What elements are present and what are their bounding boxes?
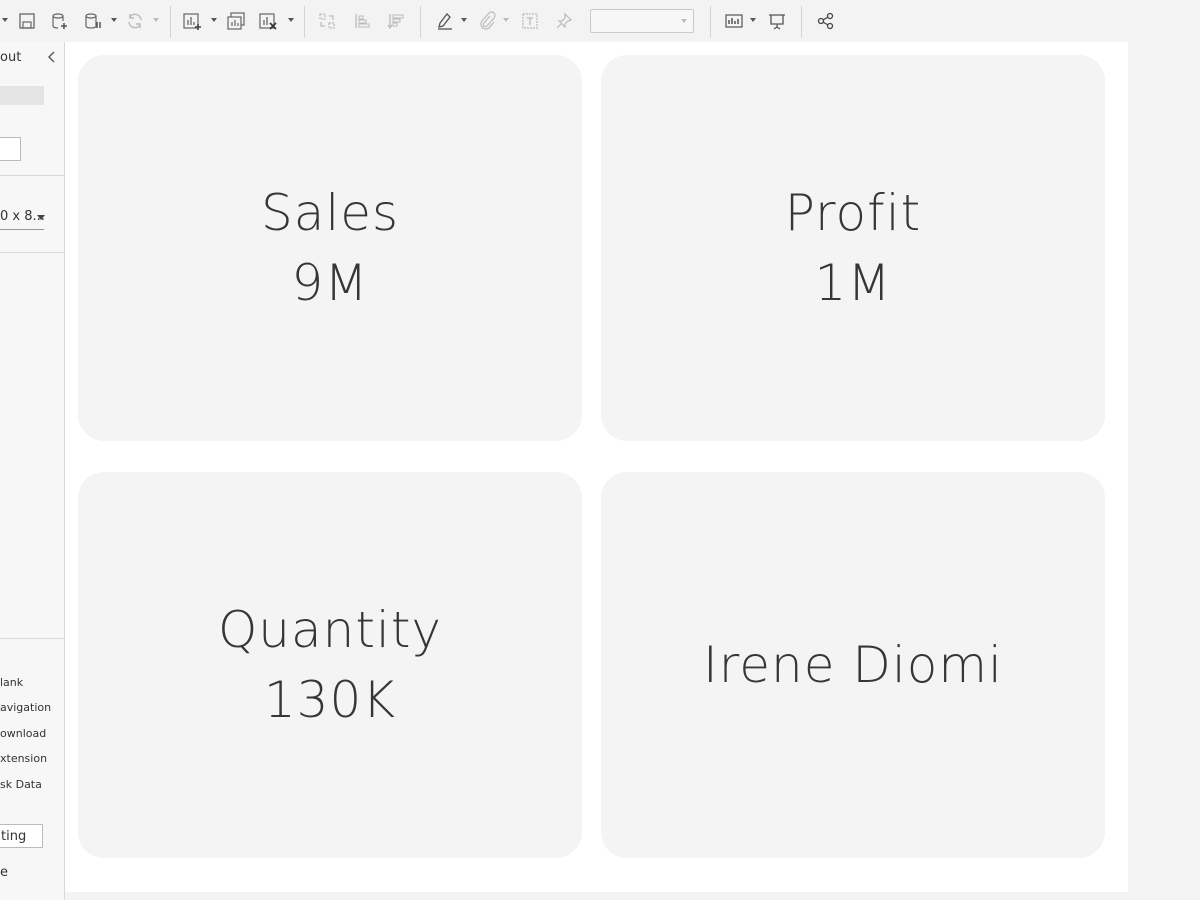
fit-select[interactable]	[590, 9, 694, 33]
side-divider	[0, 638, 64, 639]
kpi-tile-quantity[interactable]: Quantity 130K	[78, 472, 582, 858]
pin-icon[interactable]	[553, 10, 575, 32]
toolbar-separator	[801, 6, 802, 38]
floating-tiled-label: ting	[1, 829, 27, 844]
toolbar-separator	[710, 6, 711, 38]
kpi-label: Irene Diomi	[703, 636, 1003, 694]
object-item-ask-data[interactable]: sk Data	[0, 778, 42, 791]
sort-ascending-icon[interactable]	[351, 10, 373, 32]
refresh-icon[interactable]	[124, 10, 146, 32]
new-worksheet-icon[interactable]	[181, 10, 203, 32]
highlight-icon[interactable]	[434, 10, 456, 32]
toolbar-separator	[304, 6, 305, 38]
kpi-value: 1M	[814, 254, 892, 312]
size-dropdown-underline	[0, 229, 44, 230]
object-item-blank[interactable]: lank	[0, 676, 23, 689]
pause-auto-updates-icon[interactable]	[82, 10, 104, 32]
kpi-value: 130K	[263, 671, 397, 729]
side-divider	[0, 175, 64, 176]
label-icon[interactable]	[519, 10, 541, 32]
kpi-label: Sales	[260, 184, 400, 242]
kpi-value: 9M	[291, 254, 369, 312]
new-sheet-dropdown-caret[interactable]	[211, 18, 217, 22]
group-icon[interactable]	[476, 10, 498, 32]
kpi-label: Profit	[784, 184, 922, 242]
device-preview-input[interactable]	[0, 137, 21, 161]
toolbar-separator	[420, 6, 421, 38]
device-preview-bar[interactable]	[0, 86, 44, 105]
floating-tiled-button[interactable]: ting	[0, 824, 43, 848]
kpi-label: Quantity	[217, 601, 443, 659]
toolbar-separator	[170, 6, 171, 38]
kpi-tile-name[interactable]: Irene Diomi	[601, 472, 1105, 858]
dashboard-canvas: Sales 9M Profit 1M Quantity 130K Irene D…	[65, 42, 1128, 892]
chevron-down-icon	[681, 19, 687, 23]
show-me-dropdown-caret[interactable]	[750, 18, 756, 22]
side-panel-title: out	[0, 50, 22, 65]
clear-dropdown-caret[interactable]	[288, 18, 294, 22]
kpi-tile-sales[interactable]: Sales 9M	[78, 55, 582, 441]
clear-sheet-icon[interactable]	[257, 10, 279, 32]
object-item-download[interactable]: ownload	[0, 727, 46, 740]
share-icon[interactable]	[815, 10, 837, 32]
sort-descending-icon[interactable]	[385, 10, 407, 32]
right-gutter	[1128, 42, 1200, 900]
refresh-dropdown-caret[interactable]	[153, 18, 159, 22]
new-data-source-icon[interactable]	[49, 10, 71, 32]
chevron-left-icon[interactable]	[47, 50, 57, 68]
toolbar	[0, 0, 1200, 42]
side-panel-option[interactable]: e	[0, 865, 8, 880]
kpi-tile-profit[interactable]: Profit 1M	[601, 55, 1105, 441]
data-dropdown-caret[interactable]	[111, 18, 117, 22]
highlight-dropdown-caret[interactable]	[461, 18, 467, 22]
group-dropdown-caret[interactable]	[503, 18, 509, 22]
object-item-navigation[interactable]: avigation	[0, 701, 51, 714]
presentation-icon[interactable]	[766, 10, 788, 32]
swap-icon[interactable]	[316, 10, 338, 32]
object-item-extension[interactable]: xtension	[0, 752, 47, 765]
chevron-down-icon[interactable]	[37, 215, 45, 220]
duplicate-sheet-icon[interactable]	[225, 10, 247, 32]
dashboard-side-panel: out 0 x 8... lank avigation ownload xten…	[0, 42, 65, 900]
save-icon[interactable]	[16, 10, 38, 32]
side-divider	[0, 252, 64, 253]
show-me-icon[interactable]	[723, 10, 745, 32]
undo-dropdown-caret[interactable]	[2, 18, 8, 22]
